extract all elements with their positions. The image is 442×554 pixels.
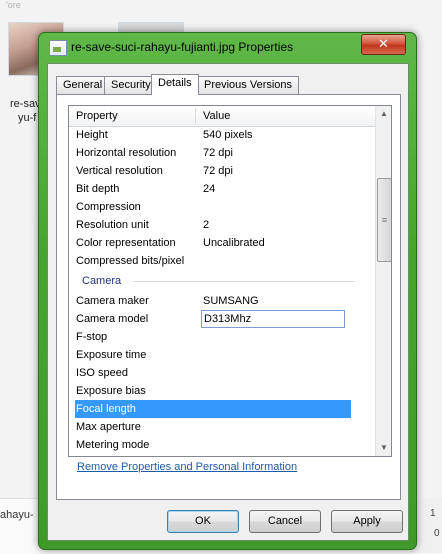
window-title: re-save-suci-rahayu-fujianti.jpg Propert… — [71, 40, 294, 54]
list-item[interactable]: Resolution unit 2 — [69, 216, 375, 234]
title-bar[interactable]: re-save-suci-rahayu-fujianti.jpg Propert… — [39, 33, 416, 63]
list-item[interactable]: ISO speed — [69, 364, 375, 382]
explorer-thumbnail-label-2: yu-f — [18, 112, 37, 124]
list-item[interactable]: Camera maker SUMSANG — [69, 292, 375, 310]
grip-icon: ≡ — [381, 215, 388, 225]
property-name: ISO speed — [76, 367, 128, 379]
column-separator[interactable] — [195, 108, 196, 124]
tab-general[interactable]: General — [56, 76, 110, 94]
list-rows: Height 540 pixels Horizontal resolution 72… — [69, 126, 375, 454]
close-icon: ✕ — [378, 36, 389, 51]
list-item[interactable]: Bit depth 24 — [69, 180, 375, 198]
camera-model-edit-field[interactable]: D313Mhz — [201, 310, 345, 328]
property-name: Metering mode — [76, 439, 150, 451]
section-heading-camera: Camera — [69, 270, 375, 292]
property-name: Exposure time — [76, 349, 147, 361]
tab-security[interactable]: Security — [104, 76, 158, 94]
scrollbar-thumb[interactable]: ≡ — [377, 178, 391, 262]
property-name: Focal length — [75, 400, 351, 418]
list-item[interactable]: Compression — [69, 198, 375, 216]
list-item[interactable]: Exposure bias — [69, 382, 375, 400]
remove-properties-link[interactable]: Remove Properties and Personal Informati… — [77, 461, 297, 473]
list-item[interactable]: Camera model D313Mhz — [69, 310, 375, 328]
section-heading-label: Camera — [82, 275, 122, 287]
vertical-scrollbar[interactable]: ▲ ≡ ▼ — [375, 106, 391, 456]
list-item[interactable]: Vertical resolution 72 dpi — [69, 162, 375, 180]
property-name: Compression — [76, 201, 141, 213]
property-name: Color representation — [76, 237, 176, 249]
list-item[interactable]: Max aperture — [69, 418, 375, 436]
list-item[interactable]: Metering mode — [69, 436, 375, 454]
property-value: 2 — [203, 219, 210, 231]
tab-details[interactable]: Details — [151, 74, 199, 95]
list-item[interactable]: F-stop — [69, 328, 375, 346]
cancel-button[interactable]: Cancel — [249, 510, 321, 533]
list-item[interactable]: Height 540 pixels — [69, 126, 375, 144]
scroll-down-icon[interactable]: ▼ — [376, 440, 391, 456]
list-item[interactable]: Exposure time — [69, 346, 375, 364]
explorer-right-text: 1 — [430, 508, 436, 519]
list-header: Property Value — [69, 106, 375, 127]
property-name: Horizontal resolution — [76, 147, 177, 159]
dialog-client-area: General Security Details Previous Versio… — [47, 63, 409, 541]
property-name: Compressed bits/pixel — [76, 255, 185, 267]
section-divider — [133, 281, 355, 282]
ok-button[interactable]: OK — [167, 510, 239, 533]
property-value: 72 dpi — [203, 165, 233, 177]
property-value: 540 pixels — [203, 129, 253, 141]
details-tab-page: Property Value Height 540 pixels Horizont… — [56, 94, 401, 500]
explorer-bottom-text: ahayu- — [0, 509, 34, 521]
property-name: Max aperture — [76, 421, 141, 433]
list-item[interactable]: Compressed bits/pixel — [69, 252, 375, 270]
property-name: Bit depth — [76, 183, 120, 195]
property-name: F-stop — [76, 331, 108, 343]
tab-previous-versions[interactable]: Previous Versions — [197, 76, 300, 94]
property-name: Camera maker — [76, 295, 149, 307]
scroll-up-icon[interactable]: ▲ — [376, 106, 391, 122]
explorer-right-number: 0 — [434, 528, 440, 539]
property-value: 72 dpi — [203, 147, 233, 159]
column-header-property[interactable]: Property — [76, 110, 118, 122]
explorer-top-text: 'ore — [6, 0, 21, 10]
property-value: Uncalibrated — [203, 237, 265, 249]
property-name: Resolution unit — [76, 219, 149, 231]
properties-dialog: re-save-suci-rahayu-fujianti.jpg Propert… — [38, 32, 417, 550]
list-item[interactable]: Horizontal resolution 72 dpi — [69, 144, 375, 162]
image-file-icon — [49, 40, 67, 56]
property-name: Exposure bias — [76, 385, 146, 397]
property-name: Height — [76, 129, 108, 141]
property-value: 24 — [203, 183, 216, 195]
list-item-selected[interactable]: Focal length — [69, 400, 375, 418]
property-name: Camera model — [76, 313, 149, 325]
explorer-thumbnail-label: re-sav — [10, 98, 41, 110]
close-button[interactable]: ✕ — [361, 34, 406, 55]
property-name: Vertical resolution — [76, 165, 163, 177]
properties-list[interactable]: Property Value Height 540 pixels Horizont… — [68, 105, 392, 457]
column-header-value[interactable]: Value — [203, 110, 230, 122]
apply-button[interactable]: Apply — [331, 510, 403, 533]
list-item[interactable]: Color representation Uncalibrated — [69, 234, 375, 252]
property-value: SUMSANG — [203, 295, 259, 307]
